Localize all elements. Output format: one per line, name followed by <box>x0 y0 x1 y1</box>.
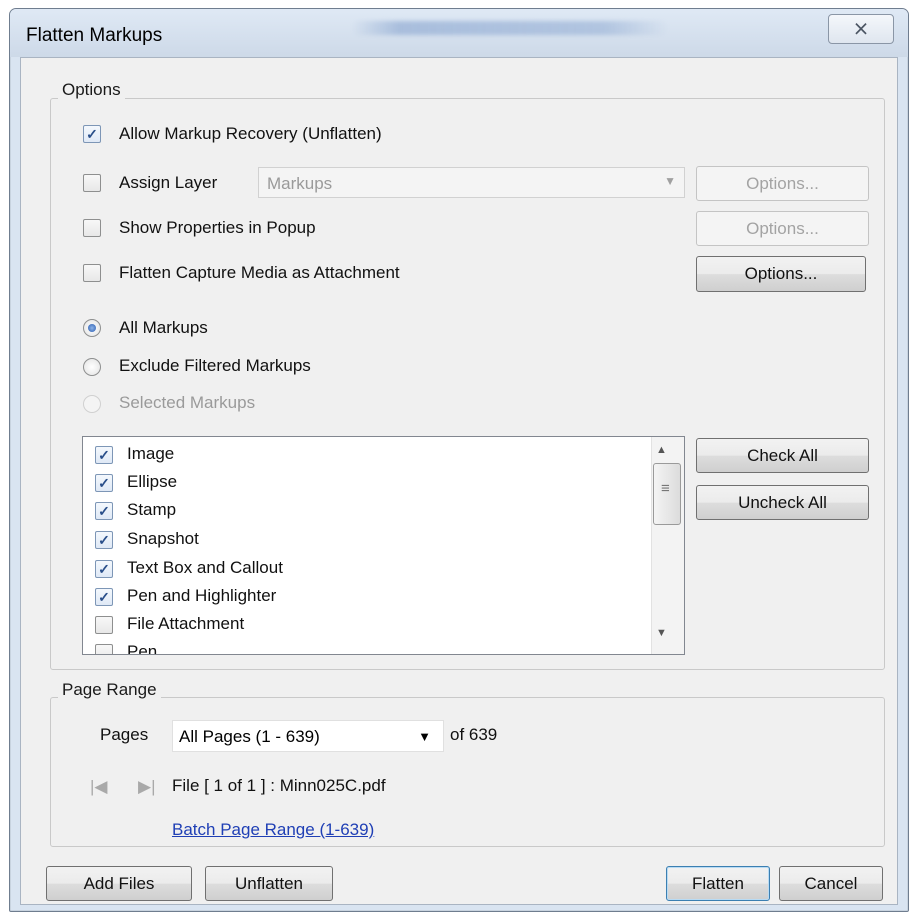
list-item-checkbox[interactable]: ✓ <box>95 446 113 464</box>
uncheck-all-button[interactable]: Uncheck All <box>696 485 869 520</box>
show-properties-options-button[interactable]: Options... <box>696 211 869 246</box>
assign-layer-checkbox[interactable] <box>83 174 101 192</box>
chevron-down-icon: ▼ <box>418 729 431 744</box>
exclude-filtered-radio[interactable] <box>83 358 101 376</box>
close-icon: ⨯ <box>852 18 870 40</box>
show-properties-checkbox[interactable] <box>83 219 101 237</box>
layer-select[interactable]: Markups ▼ <box>258 167 685 198</box>
list-item-checkbox[interactable]: ✓ <box>95 531 113 549</box>
list-item-label: Snapshot <box>127 529 199 548</box>
list-item-checkbox[interactable]: ✓ <box>95 588 113 606</box>
list-item-label: Image <box>127 444 175 463</box>
list-item-label: Ellipse <box>127 472 178 491</box>
flatten-capture-checkbox[interactable] <box>83 264 101 282</box>
flatten-capture-label: Flatten Capture Media as Attachment <box>119 263 400 282</box>
close-button[interactable]: ⨯ <box>828 14 894 44</box>
options-group-title: Options <box>58 80 125 100</box>
add-files-button[interactable]: Add Files <box>46 866 192 901</box>
list-item-checkbox[interactable] <box>95 616 113 634</box>
scroll-up-arrow-icon[interactable]: ▲ <box>656 444 667 456</box>
list-item-label: File Attachment <box>127 614 245 633</box>
list-item-checkbox[interactable]: ✓ <box>95 474 113 492</box>
dialog-title: Flatten Markups <box>26 25 163 46</box>
scroll-down-arrow-icon[interactable]: ▼ <box>656 627 667 639</box>
pages-select-value: All Pages (1 - 639) <box>179 727 320 746</box>
assign-layer-options-button[interactable]: Options... <box>696 166 869 201</box>
chevron-down-icon: ▼ <box>664 174 676 188</box>
blurred-caption <box>352 21 668 35</box>
batch-page-range-link[interactable]: Batch Page Range (1-639) <box>172 820 374 840</box>
allow-recovery-checkbox[interactable]: ✓ <box>83 125 101 143</box>
pages-select[interactable]: All Pages (1 - 639) ▼ <box>172 720 444 752</box>
page-range-group-title: Page Range <box>58 680 161 700</box>
flatten-capture-options-button[interactable]: Options... <box>696 256 866 292</box>
check-all-button[interactable]: Check All <box>696 438 869 473</box>
assign-layer-label: Assign Layer <box>119 173 218 192</box>
first-file-icon[interactable]: |◀ <box>90 777 108 797</box>
list-item-label: Stamp <box>127 500 177 519</box>
flatten-button[interactable]: Flatten <box>666 866 770 901</box>
next-file-icon[interactable]: ▶| <box>138 777 156 797</box>
markup-type-list[interactable]: ✓ Image ✓ Ellipse ✓ Stamp ✓ Snapshot ✓ T… <box>82 436 685 655</box>
selected-markups-label: Selected Markups <box>119 393 256 412</box>
show-properties-label: Show Properties in Popup <box>119 218 316 237</box>
pages-label: Pages <box>100 725 149 744</box>
exclude-filtered-label: Exclude Filtered Markups <box>119 356 311 375</box>
page-total: of 639 <box>450 725 498 744</box>
layer-select-value: Markups <box>267 174 333 193</box>
file-info: File [ 1 of 1 ] : Minn025C.pdf <box>172 776 386 795</box>
list-item-checkbox[interactable]: ✓ <box>95 560 113 578</box>
allow-recovery-label: Allow Markup Recovery (Unflatten) <box>119 124 382 143</box>
cancel-button[interactable]: Cancel <box>779 866 883 901</box>
list-item-checkbox[interactable]: ✓ <box>95 502 113 520</box>
list-item-label: Text Box and Callout <box>127 558 283 577</box>
list-item-label: Pen and Highlighter <box>127 586 277 605</box>
unflatten-button[interactable]: Unflatten <box>205 866 333 901</box>
list-item-label: Pen <box>127 642 158 655</box>
list-item-checkbox[interactable] <box>95 644 113 654</box>
grip-icon: ≡ <box>661 480 670 497</box>
all-markups-label: All Markups <box>119 318 208 337</box>
all-markups-radio[interactable] <box>83 319 101 337</box>
selected-markups-radio[interactable] <box>83 395 101 413</box>
